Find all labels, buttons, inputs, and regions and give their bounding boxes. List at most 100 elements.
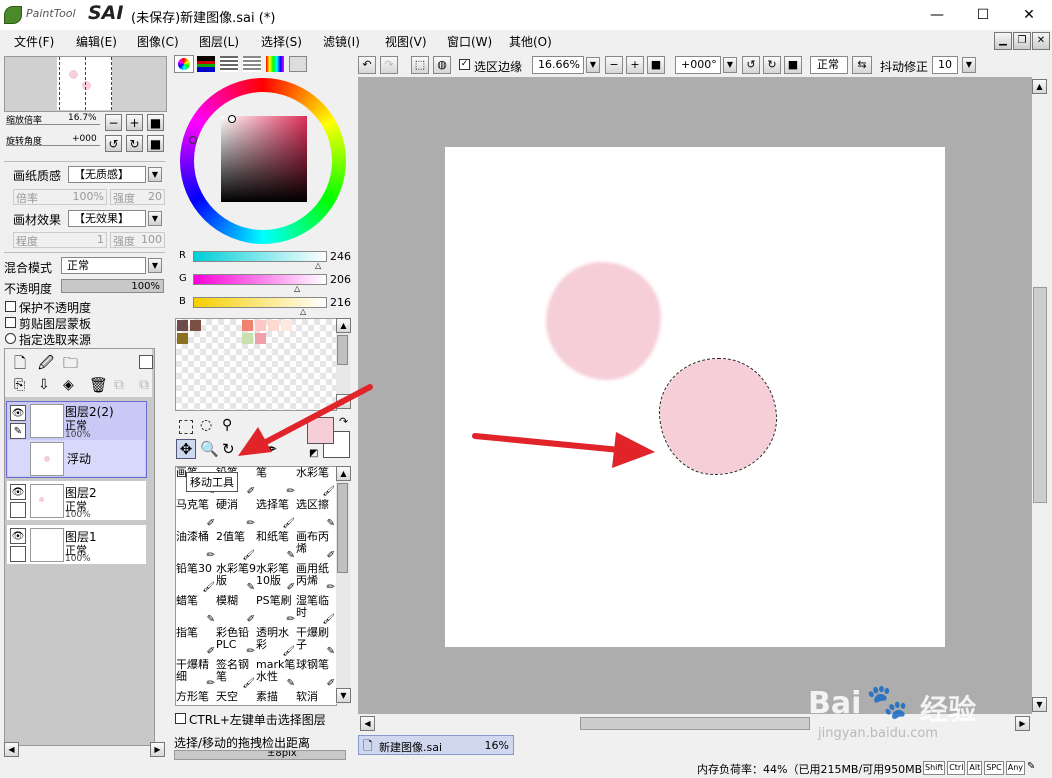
paper-effect-select[interactable]: 【无效果】 — [68, 210, 146, 227]
brush-tool-item[interactable]: 选区擦 ✎ — [296, 499, 336, 531]
menu-filter[interactable]: 滤镜(I) — [323, 33, 360, 50]
mdi-restore-button[interactable]: ❐ — [1013, 32, 1031, 50]
eye-icon[interactable]: 👁 — [10, 405, 26, 421]
brush-tool-item[interactable]: 软消✏ — [296, 691, 336, 705]
swatch[interactable] — [281, 320, 292, 331]
layer-item-selected[interactable]: 👁 ✎ 图层2(2) 正常 100% 浮动 — [6, 401, 147, 478]
ctrl-select-checkbox[interactable] — [175, 713, 186, 724]
swatch[interactable] — [242, 333, 253, 344]
hscroll-thumb[interactable] — [580, 717, 810, 730]
g-slider-handle[interactable]: △ — [294, 284, 300, 293]
zoom-out-button[interactable]: − — [105, 114, 122, 131]
selection-source-radio[interactable] — [5, 333, 16, 344]
foreground-color[interactable] — [307, 417, 334, 444]
brush-lock-icon[interactable] — [10, 546, 26, 562]
drag-distance-slider[interactable]: ±8pix — [174, 750, 346, 760]
menu-view[interactable]: 视图(V) — [385, 33, 427, 50]
rotate-left-toolbar-button[interactable]: ↺ — [742, 56, 760, 74]
brush-scrollbar[interactable]: ▲ ▼ — [336, 466, 351, 704]
brush-tool-item[interactable]: 指笔 ✐ — [176, 627, 216, 659]
color-swatch-grid[interactable] — [175, 318, 337, 411]
rotate-reset-button[interactable]: ■ — [147, 135, 164, 152]
mdi-close-button[interactable]: ✕ — [1032, 32, 1050, 50]
navigator-preview[interactable] — [4, 56, 167, 112]
canvas-vscrollbar[interactable]: ▲ ▼ — [1032, 77, 1048, 714]
brush-tool-item[interactable]: 笔 ✏ — [256, 467, 296, 499]
rotate-right-toolbar-button[interactable]: ↻ — [763, 56, 781, 74]
swatch[interactable] — [177, 320, 188, 331]
lasso-icon[interactable]: ◌ — [200, 417, 212, 433]
hue-cursor[interactable] — [189, 136, 197, 144]
swatch[interactable] — [177, 333, 188, 344]
clear-layer-icon[interactable]: ◈ — [63, 377, 74, 393]
brush-tool-item[interactable]: 画布丙烯 ✐ — [296, 531, 336, 563]
merge-down-icon[interactable]: ⇩ — [38, 377, 50, 393]
zoom-select[interactable]: 16.66% — [532, 56, 584, 74]
saturation-value-square[interactable] — [221, 116, 307, 202]
swatch-tab[interactable] — [266, 56, 284, 72]
menu-file[interactable]: 文件(F) — [14, 33, 54, 50]
brush-tool-item[interactable]: 球钢笔 ✐ — [296, 659, 336, 691]
layer-scroll-left[interactable]: ◀ — [4, 742, 19, 757]
layer-scroll-right[interactable]: ▶ — [150, 742, 165, 757]
document-tab[interactable]: 🗋 新建图像.sai 16% — [358, 735, 514, 755]
g-slider[interactable] — [193, 274, 327, 285]
brush-tool-item[interactable]: 选择笔 🖌 — [256, 499, 296, 531]
show-selection-checkbox[interactable]: ✓ — [459, 59, 470, 70]
minimize-button[interactable]: — — [914, 0, 960, 30]
reset-colors-icon[interactable]: ◩ — [309, 448, 318, 459]
swatch[interactable] — [242, 320, 253, 331]
brush-tool-item[interactable]: 水彩笔9版 ✎ — [216, 563, 256, 595]
deselect-button[interactable]: ⬚ — [411, 56, 429, 74]
clip-group-checkbox[interactable] — [5, 317, 16, 328]
b-slider-handle[interactable]: △ — [300, 307, 306, 316]
swatch-scrollbar[interactable]: ▲ ▼ — [336, 318, 351, 409]
eyedropper-icon[interactable]: ✒ — [265, 440, 278, 458]
menu-window[interactable]: 窗口(W) — [447, 33, 492, 50]
chevron-down-icon[interactable]: ▼ — [148, 211, 162, 226]
brush-lock-icon[interactable] — [10, 502, 26, 518]
menu-layer[interactable]: 图层(L) — [199, 33, 239, 50]
swatch[interactable] — [255, 333, 266, 344]
brush-tool-item[interactable]: 素描✐ — [256, 691, 296, 705]
r-slider-handle[interactable]: △ — [315, 261, 321, 270]
layer-item[interactable]: 👁 图层2 正常 100% — [6, 480, 147, 521]
brush-tool-item[interactable]: 湿笔临时 🖌 — [296, 595, 336, 627]
undo-button[interactable]: ↶ — [358, 56, 376, 74]
zoom-fit-toolbar-button[interactable]: ■ — [647, 56, 665, 74]
brush-tool-item[interactable]: mark笔水性 ✎ — [256, 659, 296, 691]
view-blend-select[interactable]: 正常 — [810, 56, 848, 74]
brush-tool-item[interactable]: 签名钢笔 🖌 — [216, 659, 256, 691]
zoom-tool-icon[interactable]: 🔍 — [200, 440, 219, 458]
brush-tool-item[interactable]: 和纸笔 ✎ — [256, 531, 296, 563]
rotate-tool-icon[interactable]: ↻ — [222, 440, 235, 458]
brush-tool-item[interactable]: 干爆精细 ✏ — [176, 659, 216, 691]
brush-tool-item[interactable]: 彩色铅PLC ✏ — [216, 627, 256, 659]
zoom-reset-button[interactable]: ■ — [147, 114, 164, 131]
color-mixer-tab[interactable] — [243, 56, 261, 72]
rotate-reset-toolbar-button[interactable]: ■ — [784, 56, 802, 74]
new-folder-icon[interactable]: 🗀 — [63, 353, 78, 378]
pink-blob-selected[interactable] — [659, 358, 777, 475]
rect-select-icon[interactable] — [179, 420, 193, 434]
menu-select[interactable]: 选择(S) — [261, 33, 302, 50]
maximize-button[interactable]: ☐ — [960, 0, 1006, 30]
zoom-out-toolbar-button[interactable]: − — [605, 56, 623, 74]
layer-item[interactable]: 👁 图层1 正常 100% — [6, 524, 147, 565]
flip-view-button[interactable]: ⇆ — [852, 56, 872, 74]
new-linework-layer-icon[interactable]: 🖉 — [38, 353, 54, 378]
brush-tool-item[interactable]: 硬消 ✏ — [216, 499, 256, 531]
menu-other[interactable]: 其他(O) — [509, 33, 552, 50]
chevron-down-icon[interactable]: ▼ — [148, 258, 162, 273]
canvas-paper[interactable] — [445, 147, 945, 647]
paper-texture-select[interactable]: 【无质感】 — [68, 166, 146, 183]
sv-cursor[interactable] — [228, 115, 236, 123]
protect-opacity-checkbox[interactable] — [5, 301, 16, 312]
layer-mask-icon[interactable] — [139, 355, 153, 369]
stabilizer-select[interactable]: 10 — [932, 56, 958, 74]
canvas-viewport[interactable] — [358, 77, 1032, 714]
zoom-in-button[interactable]: + — [126, 114, 143, 131]
brush-tool-item[interactable]: 水彩笔10版 ✐ — [256, 563, 296, 595]
chevron-down-icon[interactable]: ▼ — [723, 57, 737, 73]
swatch[interactable] — [255, 320, 266, 331]
